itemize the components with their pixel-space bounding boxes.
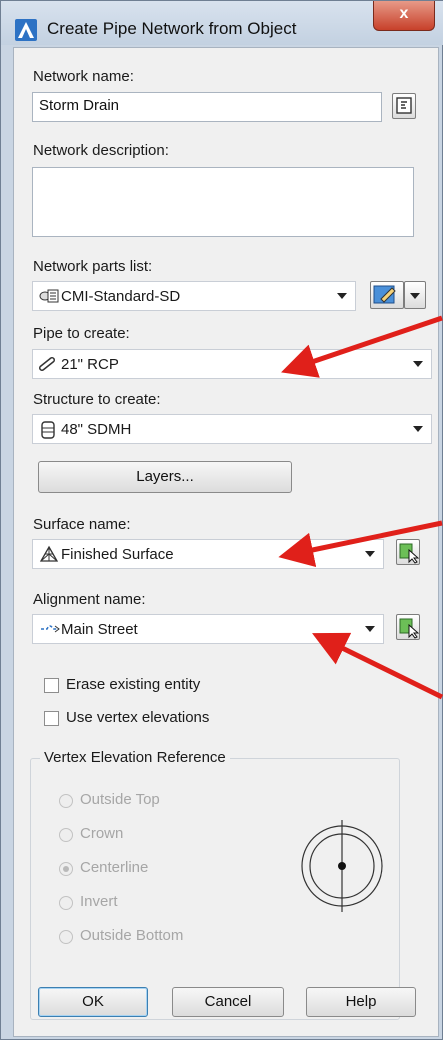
chevron-down-icon [413, 426, 423, 432]
parts-list-dropdown[interactable]: CMI-Standard-SD [32, 281, 356, 311]
structure-value: 48" SDMH [61, 421, 132, 438]
radio-crown-label: Crown [80, 825, 124, 842]
alignment-icon [39, 620, 60, 638]
erase-existing-label: Erase existing entity [66, 676, 201, 693]
chevron-down-icon [365, 626, 375, 632]
surface-icon [39, 545, 59, 563]
chevron-down-icon [410, 293, 420, 299]
surface-label: Surface name: [33, 516, 131, 533]
erase-existing-checkbox[interactable] [44, 678, 59, 693]
pick-from-drawing-icon [399, 543, 420, 564]
radio-invert-label: Invert [80, 893, 118, 910]
parts-list-menu-button[interactable] [404, 281, 426, 309]
help-button[interactable]: Help [306, 987, 416, 1017]
parts-list-icon [39, 287, 59, 305]
radio-centerline-label: Centerline [80, 859, 149, 876]
radio-outside-top-label: Outside Top [80, 791, 160, 808]
network-name-input[interactable]: Storm Drain [32, 92, 382, 122]
pick-name-button[interactable] [392, 93, 416, 119]
pipe-dropdown[interactable]: 21" RCP [32, 349, 432, 379]
vertex-elevation-reference-title: Vertex Elevation Reference [40, 749, 230, 766]
parts-list-value: CMI-Standard-SD [61, 288, 181, 305]
radio-outside-bottom[interactable] [59, 930, 73, 944]
network-name-label: Network name: [33, 68, 134, 85]
pipe-label: Pipe to create: [33, 325, 130, 342]
pipe-icon [39, 355, 57, 373]
pick-alignment-button[interactable] [396, 614, 420, 640]
name-template-icon [396, 97, 412, 114]
radio-invert[interactable] [59, 896, 73, 910]
use-vertex-elevations-checkbox[interactable] [44, 711, 59, 726]
network-description-input[interactable] [32, 167, 414, 237]
edit-parts-list-button[interactable] [370, 281, 404, 309]
surface-dropdown[interactable]: Finished Surface [32, 539, 384, 569]
cancel-button[interactable]: Cancel [172, 987, 284, 1017]
layers-button[interactable]: Layers... [38, 461, 292, 493]
structure-label: Structure to create: [33, 391, 161, 408]
chevron-down-icon [365, 551, 375, 557]
radio-centerline[interactable] [59, 862, 73, 876]
alignment-label: Alignment name: [33, 591, 146, 608]
radio-crown[interactable] [59, 828, 73, 842]
ok-button[interactable]: OK [38, 987, 148, 1017]
structure-dropdown[interactable]: 48" SDMH [32, 414, 432, 444]
pipe-section-diagram [301, 820, 383, 912]
alignment-dropdown[interactable]: Main Street [32, 614, 384, 644]
parts-list-label: Network parts list: [33, 258, 153, 275]
window-title: Create Pipe Network from Object [47, 19, 297, 38]
close-button[interactable]: x [373, 1, 435, 31]
alignment-value: Main Street [61, 621, 138, 638]
autocad-a-icon [15, 19, 37, 41]
chevron-down-icon [337, 293, 347, 299]
pick-surface-button[interactable] [396, 539, 420, 565]
use-vertex-elevations-label: Use vertex elevations [66, 709, 210, 726]
radio-outside-bottom-label: Outside Bottom [80, 927, 184, 944]
surface-value: Finished Surface [61, 546, 174, 563]
radio-outside-top[interactable] [59, 794, 73, 808]
structure-icon [39, 420, 57, 439]
pipe-value: 21" RCP [61, 356, 119, 373]
chevron-down-icon [413, 361, 423, 367]
edit-pencil-icon [373, 285, 396, 304]
pick-from-drawing-icon [399, 618, 420, 639]
network-description-label: Network description: [33, 142, 169, 159]
